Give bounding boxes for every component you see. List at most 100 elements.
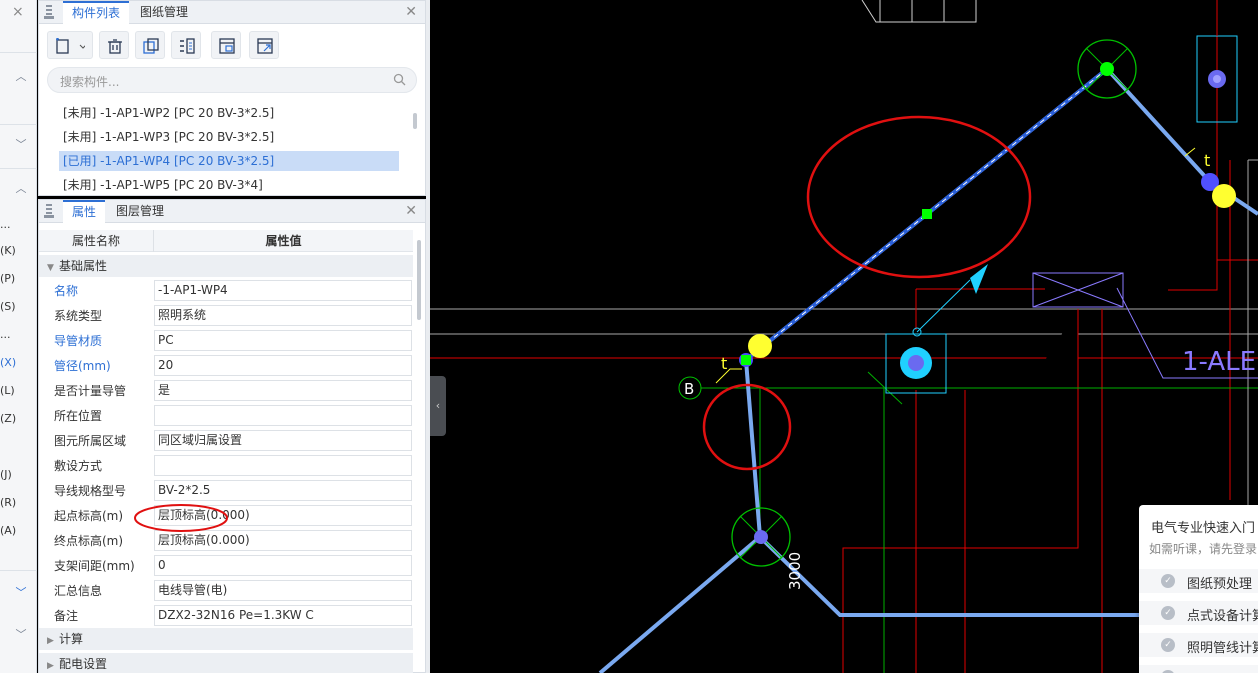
course-item[interactable]: ✓... xyxy=(1139,665,1258,673)
property-name: 所在位置 xyxy=(54,409,103,423)
course-item-label: 图纸预处理 xyxy=(1187,577,1253,592)
export-button[interactable] xyxy=(249,31,279,59)
list-item[interactable]: [未用] -1-AP1-WP5 [PC 20 BV-3*4] xyxy=(59,175,399,195)
property-name: 导线规格型号 xyxy=(54,484,127,498)
tab-component-list[interactable]: 构件列表 xyxy=(63,1,130,24)
property-name: 图元所属区域 xyxy=(54,434,127,448)
course-item-label: 照明管线计算 xyxy=(1187,641,1258,656)
group-basic-properties[interactable]: ▼ 基础属性 xyxy=(39,255,413,277)
cad-canvas[interactable]: 1-ALE t t B 3000 xyxy=(430,0,1258,673)
course-item[interactable]: ✓ 图纸预处理 xyxy=(1139,569,1258,593)
left-strip-item[interactable]: (J) xyxy=(0,468,37,481)
chevron-up-icon[interactable]: ︿ xyxy=(14,180,28,195)
property-value-field[interactable]: 20 xyxy=(154,355,412,376)
property-row[interactable]: 汇总信息 电线导管(电) xyxy=(39,578,413,603)
property-value-field[interactable]: PC xyxy=(154,330,412,351)
new-component-button[interactable] xyxy=(47,31,93,59)
column-header-name: 属性名称 xyxy=(71,234,120,248)
close-icon[interactable]: ✕ xyxy=(405,203,417,219)
tab-layer-management[interactable]: 图层管理 xyxy=(107,200,173,223)
tab-properties[interactable]: 属性 xyxy=(63,200,106,223)
left-strip-item[interactable]: (S) xyxy=(0,300,37,313)
property-value-field[interactable]: 照明系统 xyxy=(154,305,412,326)
property-name: 系统类型 xyxy=(54,309,103,323)
chevron-down-icon[interactable]: ﹀ xyxy=(14,626,28,641)
chevron-down-icon[interactable]: ﹀ xyxy=(14,136,28,151)
lock-icon[interactable] xyxy=(44,203,54,219)
property-value-field[interactable] xyxy=(154,455,412,476)
property-row[interactable]: 是否计量导管 是 xyxy=(39,378,413,403)
property-row[interactable]: 备注 DZX2-32N16 Pe=1.3KW C xyxy=(39,603,413,628)
list-item[interactable]: [未用] -1-AP1-WP3 [PC 20 BV-3*2.5] xyxy=(59,127,399,147)
check-icon: ✓ xyxy=(1161,574,1175,588)
chevron-up-icon[interactable]: ︿ xyxy=(14,68,28,83)
divider xyxy=(0,124,37,125)
property-name: 支架间距(mm) xyxy=(54,559,135,573)
search-input[interactable]: 搜索构件... xyxy=(47,67,417,93)
course-item[interactable]: ✓ 点式设备计算 xyxy=(1139,601,1258,625)
chevron-down-icon[interactable]: ﹀ xyxy=(14,584,28,599)
dimension-label: 3000 xyxy=(786,552,804,590)
expand-icon[interactable]: ▶ xyxy=(47,630,59,652)
scrollbar[interactable] xyxy=(413,113,417,129)
property-grid-header: 属性名称 属性值 xyxy=(39,230,413,252)
property-value-field[interactable] xyxy=(154,405,412,426)
divider xyxy=(0,168,37,169)
check-icon: ✓ xyxy=(1161,638,1175,652)
property-row[interactable]: 敷设方式 xyxy=(39,453,413,478)
left-strip-item[interactable]: (P) xyxy=(0,272,37,285)
cad-drawing[interactable]: 1-ALE t t B 3000 xyxy=(430,0,1258,673)
group-power-distribution[interactable]: ▶ 配电设置 xyxy=(39,653,413,673)
axis-label: B xyxy=(684,380,694,398)
collapse-panel-handle[interactable]: ‹ xyxy=(430,376,446,436)
scrollbar[interactable] xyxy=(417,240,421,320)
lock-icon[interactable] xyxy=(44,4,54,20)
course-item[interactable]: ✓ 照明管线计算 xyxy=(1139,633,1258,657)
list-item-selected[interactable]: [已用] -1-AP1-WP4 [PC 20 BV-3*2.5] xyxy=(59,151,399,171)
tab-drawing-management[interactable]: 图纸管理 xyxy=(131,1,197,24)
properties-button[interactable] xyxy=(211,31,241,59)
collapse-icon[interactable]: ▼ xyxy=(47,257,59,279)
group-calculation[interactable]: ▶ 计算 xyxy=(39,628,413,650)
delete-button[interactable] xyxy=(99,31,129,59)
property-value-field[interactable]: DZX2-32N16 Pe=1.3KW C xyxy=(154,605,412,626)
property-row[interactable]: 管径(mm) 20 xyxy=(39,353,413,378)
left-strip: × ︿ ﹀ ︿ ... (K) (P) (S) ... (X) (L) (Z) … xyxy=(0,0,37,673)
left-strip-item[interactable]: (K) xyxy=(0,244,37,257)
property-value-field[interactable]: 是 xyxy=(154,380,412,401)
property-row[interactable]: 名称 -1-AP1-WP4 xyxy=(39,278,413,303)
panel-label: 1-ALE xyxy=(1182,347,1256,377)
property-row[interactable]: 系统类型 照明系统 xyxy=(39,303,413,328)
property-value-field[interactable]: 0 xyxy=(154,555,412,576)
copy-button[interactable] xyxy=(135,31,165,59)
left-strip-item[interactable]: (R) xyxy=(0,496,37,509)
property-row[interactable]: 导管材质 PC xyxy=(39,328,413,353)
left-strip-item[interactable]: (Z) xyxy=(0,412,37,425)
check-icon: ✓ xyxy=(1161,606,1175,620)
divider xyxy=(0,52,37,53)
left-strip-ellipsis: ... xyxy=(0,328,11,341)
property-name: 导管材质 xyxy=(54,334,103,348)
property-value-field[interactable]: BV-2*2.5 xyxy=(154,480,412,501)
left-strip-item-active[interactable]: (X) xyxy=(0,356,37,369)
close-icon[interactable]: ✕ xyxy=(405,4,417,20)
group-label: 配电设置 xyxy=(59,657,108,671)
left-strip-item[interactable]: (A) xyxy=(0,524,37,537)
component-tabbar: 构件列表 图纸管理 ✕ xyxy=(39,1,425,24)
property-row[interactable]: 支架间距(mm) 0 xyxy=(39,553,413,578)
property-row[interactable]: 所在位置 xyxy=(39,403,413,428)
search-placeholder: 搜索构件... xyxy=(60,75,120,89)
property-name: 汇总信息 xyxy=(54,584,103,598)
property-row[interactable]: 图元所属区域 同区域归属设置 xyxy=(39,428,413,453)
cad-label-t: t xyxy=(721,354,727,373)
property-name: 敷设方式 xyxy=(54,459,103,473)
property-value-field[interactable]: 同区域归属设置 xyxy=(154,430,412,451)
search-icon[interactable] xyxy=(393,73,406,89)
property-value-field[interactable]: 电线导管(电) xyxy=(154,580,412,601)
property-value-field[interactable]: -1-AP1-WP4 xyxy=(154,280,412,301)
property-row[interactable]: 导线规格型号 BV-2*2.5 xyxy=(39,478,413,503)
list-view-button[interactable] xyxy=(171,31,201,59)
expand-icon[interactable]: ▶ xyxy=(47,655,59,673)
list-item[interactable]: [未用] -1-AP1-WP2 [PC 20 BV-3*2.5] xyxy=(59,103,399,123)
left-strip-item[interactable]: (L) xyxy=(0,384,37,397)
